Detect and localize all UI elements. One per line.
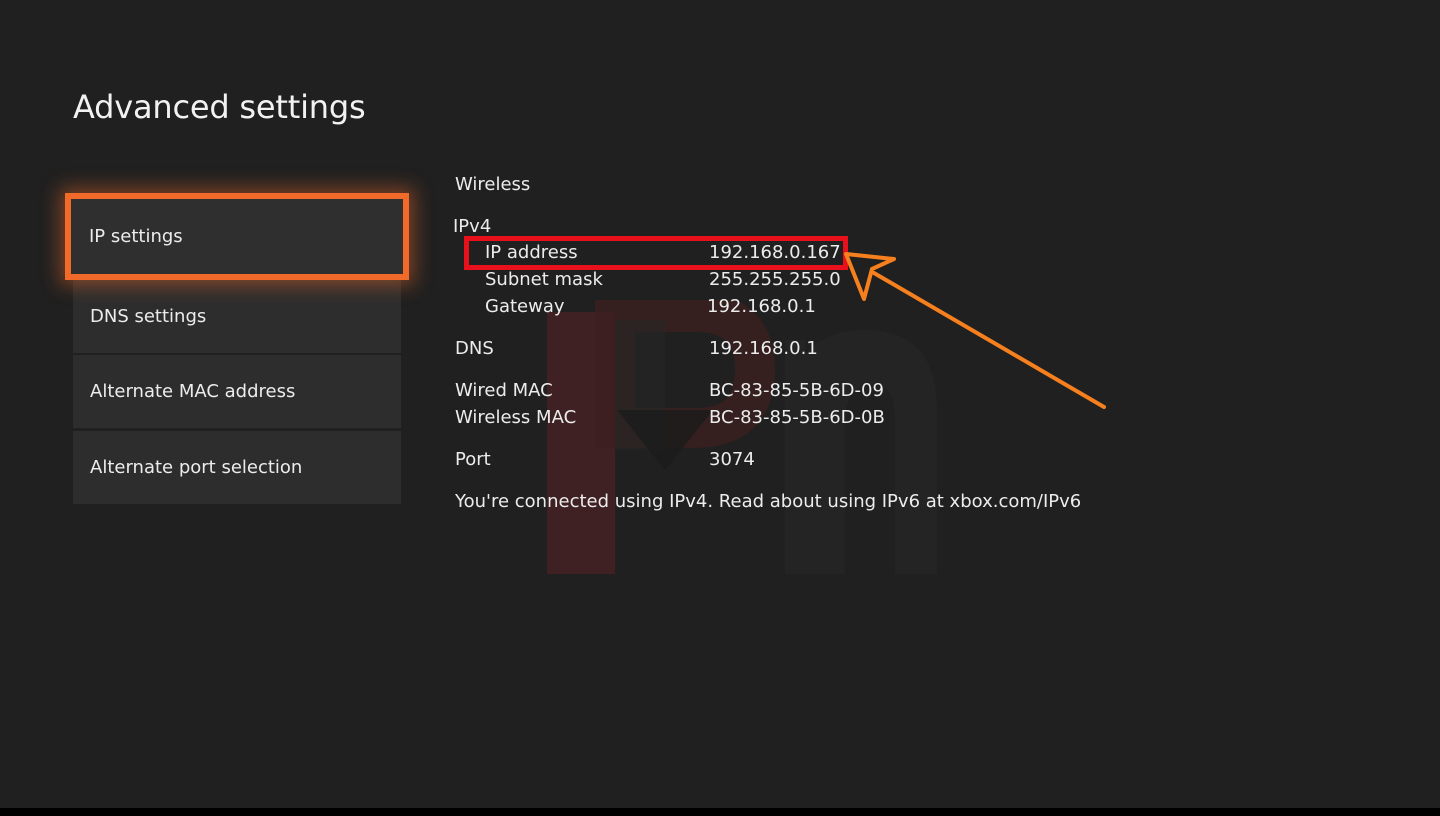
- screen: Advanced settings IP settings DNS settin…: [0, 0, 1440, 808]
- subnet-mask-value: 255.255.255.0: [709, 269, 841, 290]
- menu-item-dns-settings[interactable]: DNS settings: [73, 280, 401, 353]
- port-value: 3074: [709, 449, 755, 470]
- gateway-value: 192.168.0.1: [707, 296, 816, 317]
- dns-label: DNS: [455, 338, 494, 359]
- ipv6-info-note: You're connected using IPv4. Read about …: [455, 491, 1082, 512]
- ip-address-highlight-box: [464, 236, 848, 270]
- menu-item-alternate-port-selection[interactable]: Alternate port selection: [73, 431, 401, 504]
- bottom-letterbox: [0, 808, 1440, 816]
- ipv4-header: IPv4: [453, 216, 492, 237]
- menu-item-ip-settings[interactable]: IP settings: [65, 193, 409, 280]
- port-label: Port: [455, 449, 491, 470]
- dns-value: 192.168.0.1: [709, 338, 818, 359]
- connection-type-label: Wireless: [455, 174, 531, 195]
- wired-mac-label: Wired MAC: [455, 380, 553, 401]
- menu-item-alternate-mac-address[interactable]: Alternate MAC address: [73, 355, 401, 428]
- page-title: Advanced settings: [73, 88, 366, 126]
- gateway-label: Gateway: [485, 296, 565, 317]
- wireless-mac-label: Wireless MAC: [455, 407, 577, 428]
- annotation-arrow-icon: [844, 252, 1106, 409]
- subnet-mask-label: Subnet mask: [485, 269, 603, 290]
